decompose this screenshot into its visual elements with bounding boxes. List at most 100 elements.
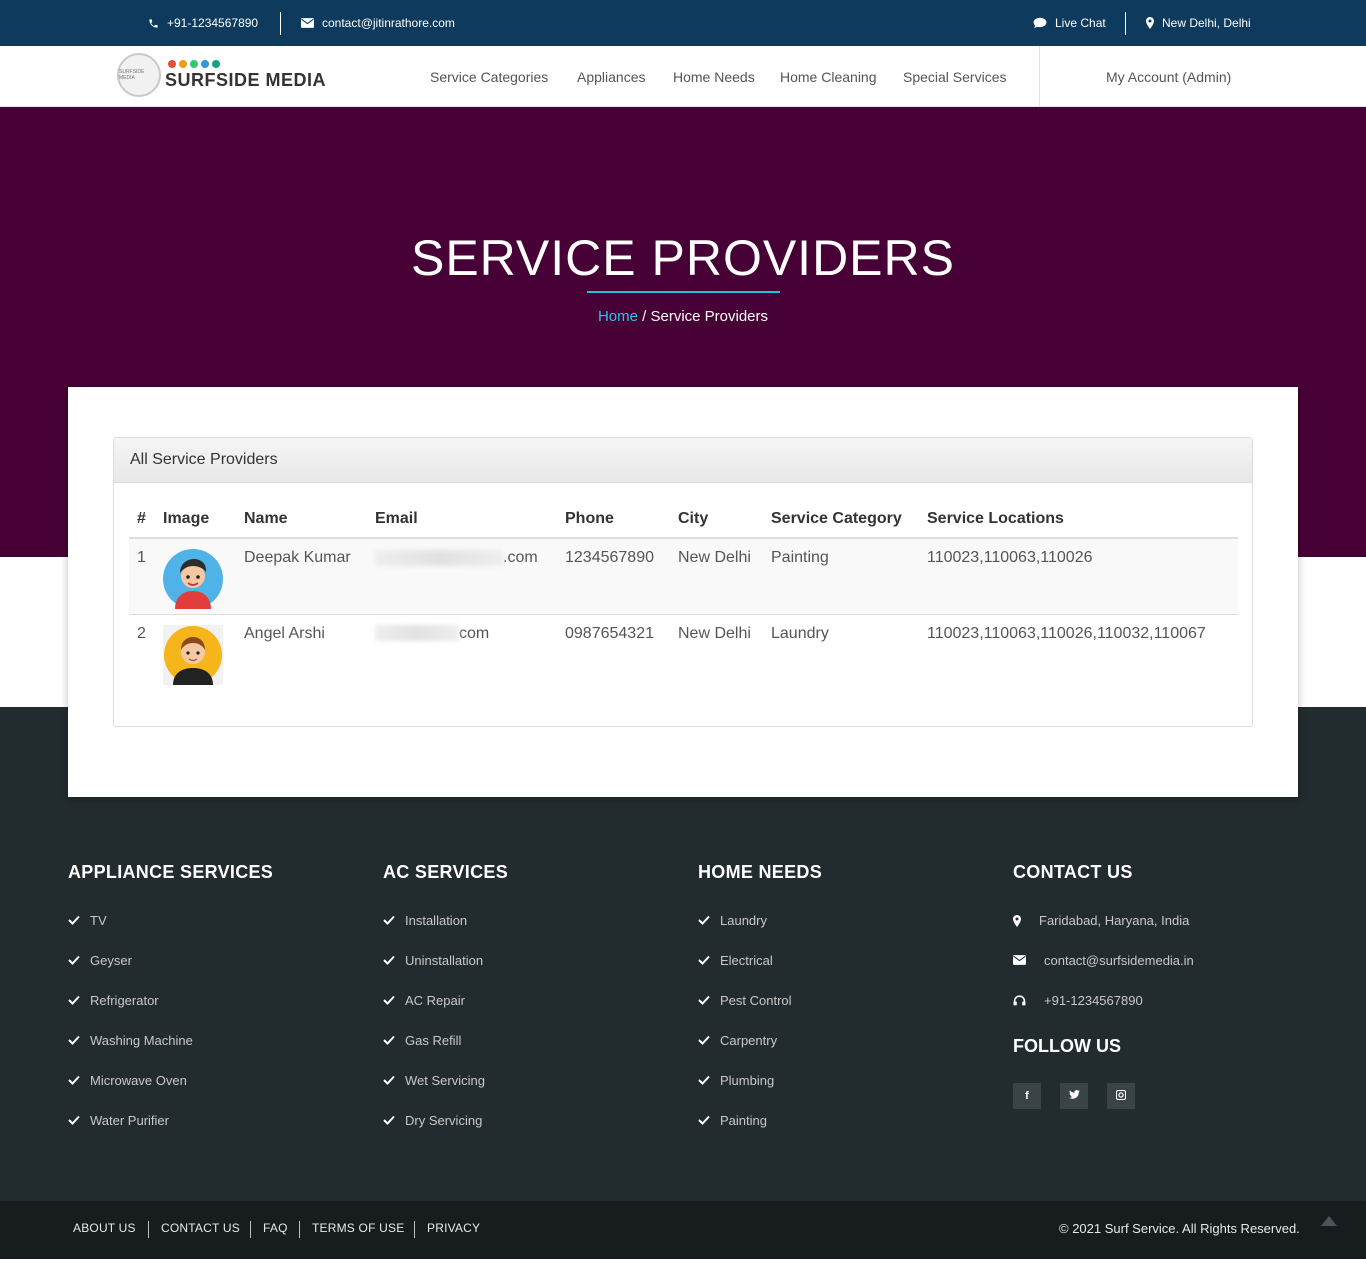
twitter-icon — [1068, 1090, 1080, 1102]
scroll-to-top-icon[interactable] — [1321, 1216, 1337, 1226]
cell-image — [155, 613, 236, 690]
live-chat-link[interactable]: Live Chat — [1033, 0, 1106, 46]
footer-link[interactable]: Washing Machine — [68, 1033, 273, 1073]
footer-appliance-services: APPLIANCE SERVICES TV Geyser Refrigerato… — [68, 862, 273, 1153]
content-card: All Service Providers # Image Name Email… — [68, 387, 1298, 797]
footer-link[interactable]: Electrical — [698, 953, 822, 993]
footer-link[interactable]: AC Repair — [383, 993, 508, 1033]
email-redacted — [375, 549, 503, 566]
nav-home-cleaning[interactable]: Home Cleaning — [780, 46, 877, 107]
footer-home-needs: HOME NEEDS Laundry Electrical Pest Contr… — [698, 862, 822, 1153]
topbar-location-text: New Delhi, Delhi — [1162, 16, 1251, 30]
copyright-text: © 2021 Surf Service. All Rights Reserved… — [1059, 1221, 1300, 1236]
cell-email: .com — [367, 537, 557, 614]
providers-table: # Image Name Email Phone City Service Ca… — [129, 500, 1238, 690]
check-icon — [698, 1035, 710, 1045]
cell-city: New Delhi — [670, 613, 763, 690]
topbar-email[interactable]: contact@jitinrathore.com — [301, 0, 455, 46]
cell-locations: 110023,110063,110026 — [919, 537, 1238, 614]
breadcrumb-home-link[interactable]: Home — [598, 308, 638, 325]
table-row: 1 Deepak Kumar .com 1234567890 New Delhi… — [129, 537, 1238, 614]
bottom-link-divider — [250, 1221, 251, 1238]
nav-special-services[interactable]: Special Services — [903, 46, 1007, 107]
breadcrumb-separator: / — [637, 308, 651, 325]
footer-link[interactable]: Installation — [383, 913, 508, 953]
topbar-phone-text: +91-1234567890 — [167, 16, 259, 30]
site-logo[interactable]: SURFSIDE MEDIA SURFSIDE MEDIA — [117, 53, 326, 97]
col-name: Name — [236, 500, 367, 539]
contact-phone[interactable]: +91-1234567890 — [1013, 993, 1194, 1033]
email-redacted — [375, 625, 459, 642]
breadcrumb-current: Service Providers — [650, 308, 769, 325]
logo-badge: SURFSIDE MEDIA — [117, 53, 161, 97]
page-title: SERVICE PROVIDERS — [410, 230, 955, 286]
bottom-link-divider — [299, 1221, 300, 1238]
nav-appliances[interactable]: Appliances — [577, 46, 646, 107]
main-navbar: SURFSIDE MEDIA SURFSIDE MEDIA Service Ca… — [0, 46, 1366, 107]
panel-heading: All Service Providers — [114, 438, 1252, 483]
check-icon — [68, 995, 80, 1005]
table-header-row: # Image Name Email Phone City Service Ca… — [129, 500, 1238, 539]
footer-faq-link[interactable]: FAQ — [263, 1221, 288, 1235]
cell-email: com — [367, 613, 557, 690]
check-icon — [68, 1115, 80, 1125]
footer-contact-us-link[interactable]: CONTACT US — [161, 1221, 240, 1235]
twitter-button[interactable] — [1060, 1083, 1088, 1109]
check-icon — [68, 1035, 80, 1045]
phone-icon — [148, 18, 159, 29]
cell-locations: 110023,110063,110026,110032,110067 — [919, 613, 1238, 690]
footer-link[interactable]: Plumbing — [698, 1073, 822, 1113]
footer-list: TV Geyser Refrigerator Washing Machine M… — [68, 913, 273, 1153]
check-icon — [698, 955, 710, 965]
footer-link[interactable]: Laundry — [698, 913, 822, 953]
breadcrumb: Home / Service Providers — [0, 308, 1366, 325]
cell-phone: 0987654321 — [557, 613, 670, 690]
instagram-icon — [1115, 1089, 1127, 1103]
footer-link[interactable]: Painting — [698, 1113, 822, 1153]
footer-about-us-link[interactable]: ABOUT US — [73, 1221, 136, 1235]
check-icon — [68, 955, 80, 965]
check-icon — [383, 1035, 395, 1045]
footer-link[interactable]: Gas Refill — [383, 1033, 508, 1073]
footer-terms-link[interactable]: TERMS OF USE — [312, 1221, 404, 1235]
nav-home-needs[interactable]: Home Needs — [673, 46, 755, 107]
col-email: Email — [367, 500, 557, 539]
footer-link[interactable]: Uninstallation — [383, 953, 508, 993]
col-num: # — [129, 500, 155, 539]
check-icon — [383, 1075, 395, 1085]
map-marker-icon — [1146, 17, 1154, 29]
topbar-phone[interactable]: +91-1234567890 — [148, 0, 258, 46]
footer-link[interactable]: Carpentry — [698, 1033, 822, 1073]
topbar-divider — [280, 12, 281, 35]
nav-service-categories[interactable]: Service Categories — [430, 46, 548, 107]
footer-link[interactable]: Microwave Oven — [68, 1073, 273, 1113]
footer-link[interactable]: TV — [68, 913, 273, 953]
footer-link[interactable]: Water Purifier — [68, 1113, 273, 1153]
nav-my-account[interactable]: My Account (Admin) — [1106, 46, 1231, 107]
table-row: 2 Angel Arshi com 0987654321 New Delhi L… — [129, 613, 1238, 690]
footer-link[interactable]: Wet Servicing — [383, 1073, 508, 1113]
footer-heading: AC SERVICES — [383, 862, 509, 882]
facebook-button[interactable]: f — [1013, 1083, 1041, 1109]
contact-email[interactable]: contact@surfsidemedia.in — [1013, 953, 1194, 993]
footer-link[interactable]: Dry Servicing — [383, 1113, 508, 1153]
footer-link[interactable]: Pest Control — [698, 993, 822, 1033]
footer-privacy-link[interactable]: PRIVACY — [427, 1221, 480, 1235]
cell-num: 1 — [129, 537, 155, 614]
footer-ac-services: AC SERVICES Installation Uninstallation … — [383, 862, 508, 1153]
logo-dots — [168, 59, 326, 68]
facebook-icon: f — [1025, 1090, 1029, 1102]
instagram-button[interactable] — [1107, 1083, 1135, 1109]
cell-city: New Delhi — [670, 537, 763, 614]
check-icon — [698, 995, 710, 1005]
top-bar: +91-1234567890 contact@jitinrathore.com … — [0, 0, 1366, 46]
check-icon — [383, 955, 395, 965]
topbar-email-text: contact@jitinrathore.com — [322, 16, 455, 30]
topbar-divider — [1125, 12, 1126, 35]
footer-link[interactable]: Geyser — [68, 953, 273, 993]
topbar-location[interactable]: New Delhi, Delhi — [1146, 0, 1251, 46]
logo-wordmark: SURFSIDE MEDIA — [165, 69, 327, 90]
footer-link[interactable]: Refrigerator — [68, 993, 273, 1033]
col-service-category: Service Category — [763, 500, 919, 539]
footer-list: Installation Uninstallation AC Repair Ga… — [383, 913, 508, 1153]
